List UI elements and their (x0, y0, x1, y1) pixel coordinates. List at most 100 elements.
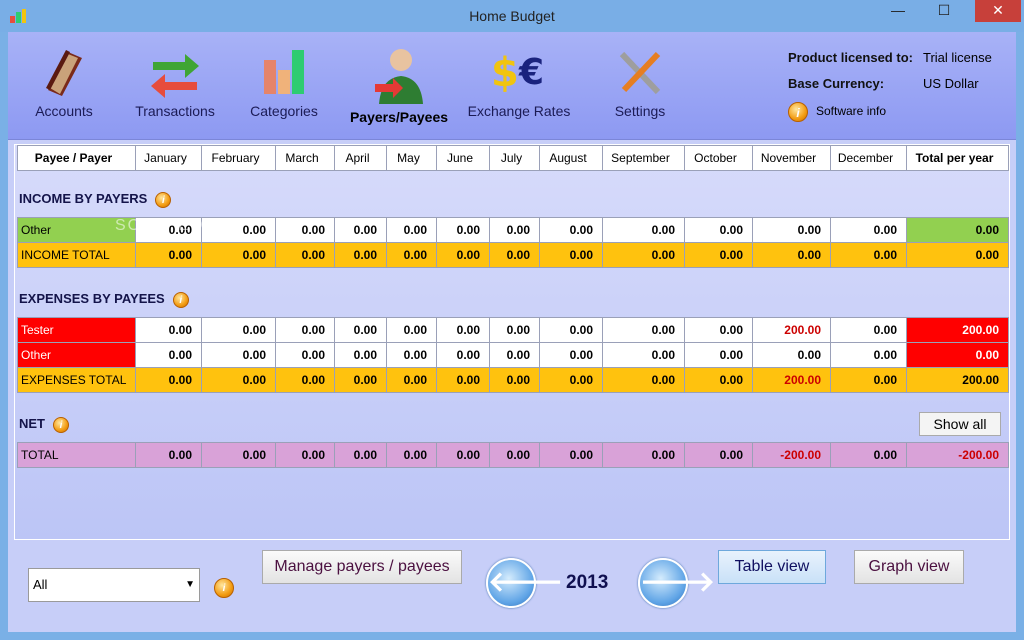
info-icon[interactable]: i (53, 416, 69, 433)
toolbar: Accounts Transactions Categories Payers/… (8, 32, 1016, 140)
table-view-button[interactable]: Table view (718, 550, 826, 584)
value-cell: 0.00 (539, 367, 603, 393)
value-cell: 0.00 (906, 217, 1009, 243)
table-row[interactable]: EXPENSES TOTAL 0.00 0.00 0.00 0.00 0.00 0.00 0.… (17, 367, 1009, 393)
value-cell: 0.00 (752, 242, 831, 268)
column-header-cell: May (386, 145, 437, 171)
value-cell: 0.00 (906, 342, 1009, 368)
expenses-table: Tester 0.00 0.00 0.00 0.00 0.00 0.00 0.00 0.00 0.… (17, 317, 1009, 393)
table-row[interactable]: Tester 0.00 0.00 0.00 0.00 0.00 0.00 0.00 0.00 0.… (17, 317, 1009, 343)
toolbar-label: Accounts (35, 103, 93, 119)
column-header-cell: July (489, 145, 540, 171)
software-info-link[interactable]: i Software info (788, 102, 886, 122)
column-header-cell: April (334, 145, 387, 171)
toolbar-exchange-rates[interactable]: $ € Exchange Rates (464, 44, 574, 119)
toolbar-accounts[interactable]: Accounts (26, 44, 102, 119)
value-cell: 0.00 (275, 217, 335, 243)
value-cell: 0.00 (334, 242, 387, 268)
value-cell: 0.00 (830, 242, 907, 268)
table-row[interactable]: INCOME TOTAL 0.00 0.00 0.00 0.00 0.00 0.00 0.00… (17, 242, 1009, 268)
value-cell: 0.00 (489, 342, 540, 368)
value-cell: 0.00 (436, 242, 490, 268)
close-button[interactable]: ✕ (975, 0, 1021, 22)
value-cell: 0.00 (201, 317, 276, 343)
value-cell: 0.00 (275, 242, 335, 268)
value-cell: 0.00 (489, 217, 540, 243)
minimize-button[interactable]: — (883, 0, 913, 22)
license-value: Trial license (923, 50, 992, 65)
value-cell: 0.00 (684, 367, 753, 393)
value-cell: 0.00 (135, 317, 202, 343)
info-icon: i (788, 102, 808, 122)
value-cell: 0.00 (275, 442, 335, 468)
value-cell: 0.00 (539, 242, 603, 268)
value-cell: 0.00 (201, 367, 276, 393)
value-cell: 200.00 (906, 367, 1009, 393)
value-cell: 0.00 (602, 217, 685, 243)
value-cell: 0.00 (135, 367, 202, 393)
value-cell: 0.00 (539, 442, 603, 468)
info-icon[interactable]: i (214, 578, 234, 598)
value-cell: 0.00 (830, 317, 907, 343)
value-cell: 0.00 (386, 242, 437, 268)
year-label: 2013 (566, 572, 609, 593)
show-all-button[interactable]: Show all (919, 412, 1001, 436)
value-cell: 0.00 (489, 367, 540, 393)
next-year-button[interactable]: 🡒 (638, 558, 715, 608)
graph-view-button[interactable]: Graph view (854, 550, 964, 584)
value-cell: 0.00 (684, 317, 753, 343)
value-cell: 0.00 (275, 342, 335, 368)
toolbar-label: Categories (250, 103, 318, 119)
column-header-cell: August (539, 145, 603, 171)
toolbar-label: Transactions (135, 103, 215, 119)
value-cell: 0.00 (334, 217, 387, 243)
net-section-title: NET i (19, 416, 69, 433)
value-cell: 0.00 (135, 442, 202, 468)
value-cell: 0.00 (436, 217, 490, 243)
toolbar-categories[interactable]: Categories (244, 44, 324, 119)
toolbar-transactions[interactable]: Transactions (130, 44, 220, 119)
value-cell: 0.00 (602, 442, 685, 468)
column-header-cell: Payee / Payer (17, 145, 136, 171)
budget-panel: Payee / Payer January February March April Ma… (14, 144, 1010, 540)
value-cell: 0.00 (275, 367, 335, 393)
column-header-cell: October (684, 145, 753, 171)
row-label: TOTAL (17, 442, 136, 468)
expenses-section-title: EXPENSES BY PAYEES i (19, 291, 189, 308)
value-cell: 0.00 (830, 367, 907, 393)
toolbar-label: Payers/Payees (349, 109, 449, 125)
previous-year-button[interactable]: 🡐 (486, 558, 563, 608)
table-row[interactable]: Other 0.00 0.00 0.00 0.00 0.00 0.00 0.00 0.00 0.0… (17, 342, 1009, 368)
payer-filter-select[interactable]: All ▼ (28, 568, 200, 602)
value-cell: 0.00 (436, 442, 490, 468)
row-label: EXPENSES TOTAL (17, 367, 136, 393)
value-cell: 0.00 (602, 317, 685, 343)
value-cell: 0.00 (906, 242, 1009, 268)
info-icon[interactable]: i (155, 191, 172, 208)
column-header-cell: September (602, 145, 685, 171)
info-icon[interactable]: i (172, 291, 189, 308)
value-cell: 0.00 (684, 217, 753, 243)
svg-text:$: $ (491, 50, 519, 96)
value-cell: 0.00 (436, 317, 490, 343)
arrow-left-icon: 🡐 (488, 566, 564, 597)
payers-person-icon (375, 49, 423, 104)
value-cell: 0.00 (386, 217, 437, 243)
value-cell: 0.00 (684, 342, 753, 368)
title-bar: Home Budget — ☐ ✕ (0, 0, 1024, 32)
table-row[interactable]: TOTAL 0.00 0.00 0.00 0.00 0.00 0.00 0.00 0.00 0.0… (17, 442, 1009, 468)
value-cell: 0.00 (684, 442, 753, 468)
currency-label: Base Currency: (788, 76, 885, 91)
maximize-button[interactable]: ☐ (929, 0, 959, 22)
value-cell: 0.00 (752, 217, 831, 243)
toolbar-payers-payees[interactable]: Payers/Payees (344, 44, 454, 125)
value-cell: 0.00 (386, 317, 437, 343)
value-cell: 0.00 (602, 342, 685, 368)
exchange-currency-icon: $ € (491, 50, 544, 96)
value-cell: 0.00 (602, 242, 685, 268)
toolbar-settings[interactable]: Settings (600, 44, 680, 119)
value-cell: 0.00 (830, 217, 907, 243)
manage-payers-button[interactable]: Manage payers / payees (262, 550, 462, 584)
currency-value: US Dollar (923, 76, 979, 91)
value-cell: 0.00 (539, 342, 603, 368)
